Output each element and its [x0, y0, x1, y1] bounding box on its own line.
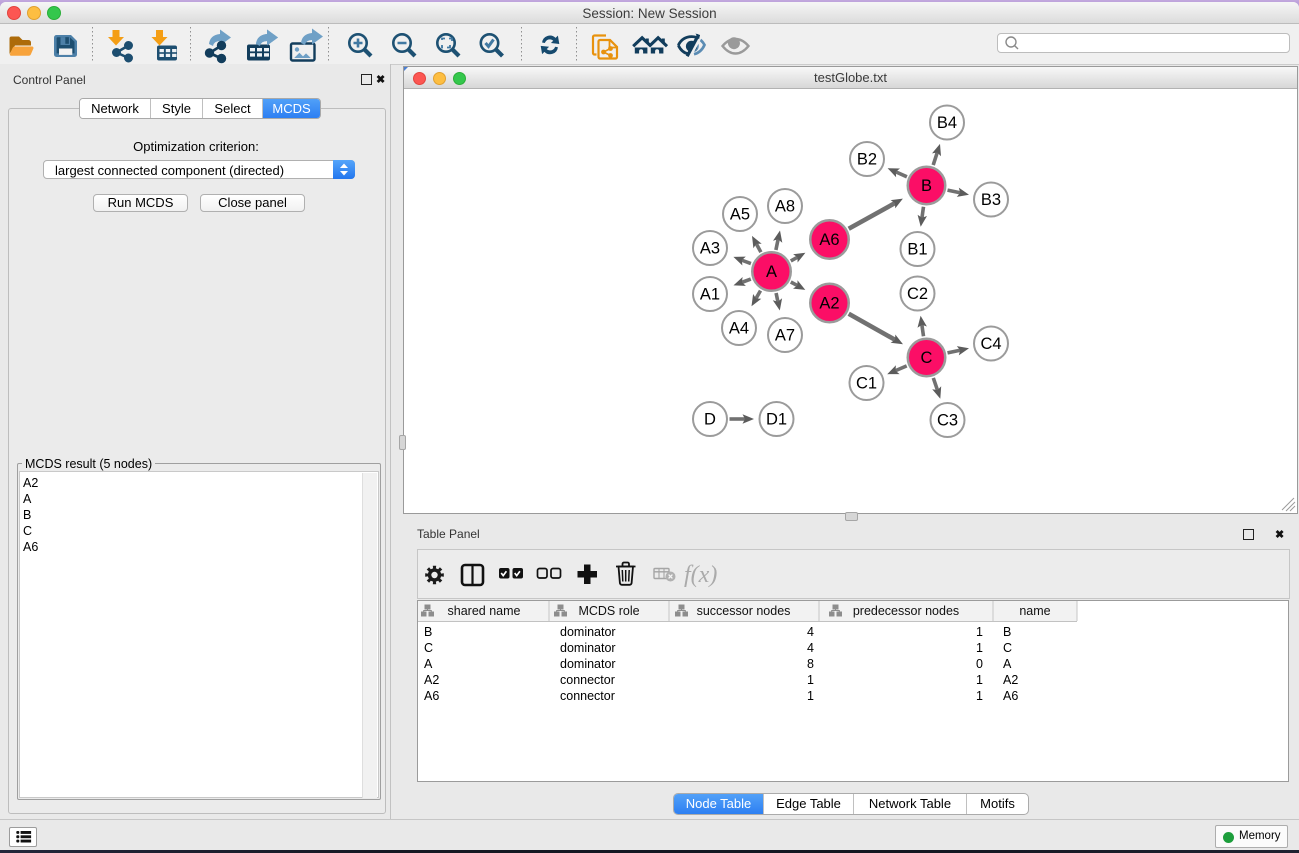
- svg-text:A1: A1: [700, 286, 720, 304]
- svg-text:f(x): f(x): [684, 562, 717, 588]
- svg-text:A: A: [424, 657, 433, 671]
- svg-text:1: 1: [976, 625, 983, 639]
- svg-text:A2: A2: [819, 295, 839, 313]
- svg-text:successor nodes: successor nodes: [697, 604, 791, 618]
- svg-text:1: 1: [976, 673, 983, 687]
- svg-text:B: B: [921, 177, 932, 195]
- svg-text:A5: A5: [730, 206, 750, 224]
- svg-text:MCDS role: MCDS role: [578, 604, 639, 618]
- svg-text:4: 4: [807, 641, 814, 655]
- svg-text:1: 1: [976, 689, 983, 703]
- svg-text:C1: C1: [856, 375, 877, 393]
- svg-text:A8: A8: [775, 198, 795, 216]
- svg-text:D: D: [704, 411, 716, 429]
- svg-text:C4: C4: [980, 335, 1001, 353]
- svg-text:A6: A6: [424, 689, 439, 703]
- svg-text:8: 8: [807, 657, 814, 671]
- svg-text:name: name: [1019, 604, 1050, 618]
- svg-text:B3: B3: [981, 191, 1001, 209]
- svg-text:B: B: [424, 625, 432, 639]
- svg-text:connector: connector: [560, 689, 615, 703]
- svg-text:1: 1: [807, 689, 814, 703]
- svg-text:B2: B2: [857, 151, 877, 169]
- svg-text:C: C: [1003, 641, 1012, 655]
- svg-text:A6: A6: [1003, 689, 1018, 703]
- svg-text:A: A: [766, 263, 777, 281]
- svg-text:4: 4: [807, 625, 814, 639]
- svg-text:connector: connector: [560, 673, 615, 687]
- svg-text:C: C: [921, 349, 933, 367]
- svg-text:C3: C3: [937, 412, 958, 430]
- svg-text:1: 1: [807, 673, 814, 687]
- svg-text:dominator: dominator: [560, 657, 616, 671]
- svg-text:A3: A3: [700, 240, 720, 258]
- svg-text:dominator: dominator: [560, 641, 616, 655]
- svg-text:D1: D1: [766, 411, 787, 429]
- svg-text:A2: A2: [424, 673, 439, 687]
- svg-text:B1: B1: [907, 241, 927, 259]
- svg-text:C2: C2: [907, 285, 928, 303]
- svg-text:A7: A7: [775, 327, 795, 345]
- svg-text:A: A: [1003, 657, 1012, 671]
- svg-text:A4: A4: [729, 320, 749, 338]
- svg-text:A6: A6: [819, 231, 839, 249]
- svg-text:B4: B4: [937, 114, 957, 132]
- svg-text:A2: A2: [1003, 673, 1018, 687]
- svg-text:B: B: [1003, 625, 1011, 639]
- svg-text:C: C: [424, 641, 433, 655]
- svg-text:predecessor nodes: predecessor nodes: [853, 604, 959, 618]
- svg-text:dominator: dominator: [560, 625, 616, 639]
- svg-text:1: 1: [976, 641, 983, 655]
- svg-text:0: 0: [976, 657, 983, 671]
- svg-text:shared name: shared name: [448, 604, 521, 618]
